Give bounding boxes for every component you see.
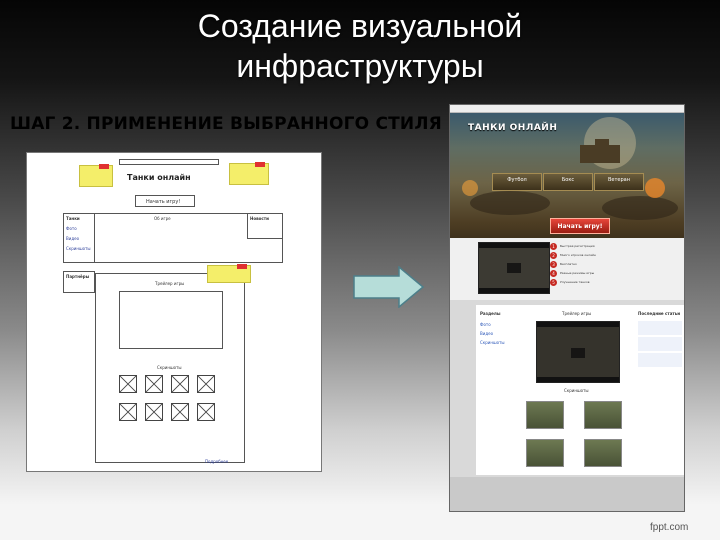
site-tab[interactable]: Ветеран: [594, 173, 644, 191]
site-tab[interactable]: Бокс: [543, 173, 593, 191]
wf-screens-title: Скриншоты: [157, 365, 182, 370]
pin-icon: [99, 164, 109, 169]
site-features-list: 1 Быстрая регистрация 2 Много игроков онла…: [550, 243, 680, 288]
screenshot-thumbnail[interactable]: [584, 439, 622, 467]
feature-item: 5 Улучшение танков: [550, 279, 680, 288]
site-video-player[interactable]: [478, 242, 550, 294]
site-news-list: [638, 321, 682, 369]
wf-partners-title: Партнёры: [66, 274, 90, 279]
news-item[interactable]: [638, 353, 682, 367]
site-left-link[interactable]: Скриншоты: [480, 340, 505, 345]
wf-footer-link: Подробнее: [205, 459, 229, 464]
site-left-link[interactable]: Видео: [480, 331, 505, 336]
sticky-note: [207, 264, 251, 283]
feature-item: 3 Бесплатно: [550, 261, 680, 270]
feature-item: 4 Разные режимы игры: [550, 270, 680, 279]
wf-left-nav-title: Танки: [66, 216, 80, 221]
wf-left-nav-item: Фото: [66, 226, 77, 231]
wf-screenshot-placeholder: [145, 375, 163, 393]
wf-screenshot-placeholder: [171, 375, 189, 393]
site-logo: ТАНКИ ОНЛАЙН: [468, 123, 558, 133]
website-screenshot: ТАНКИ ОНЛАЙН Футбол Бокс Ветеран Начать …: [449, 104, 685, 512]
wf-left-nav-item: Скриншоты: [66, 246, 91, 251]
screenshot-thumbnail[interactable]: [584, 401, 622, 429]
wf-about-title: Об игре: [154, 216, 171, 221]
pin-icon: [255, 162, 265, 167]
watermark: fppt.com: [650, 522, 689, 533]
wf-play-button-label: Начать игру!: [146, 199, 181, 205]
play-icon[interactable]: [507, 263, 521, 273]
wf-partners-block: Партнёры: [63, 271, 95, 293]
wf-screenshot-placeholder: [145, 403, 163, 421]
site-footer: [450, 477, 684, 511]
news-item[interactable]: [638, 337, 682, 351]
wf-video-player: [119, 291, 223, 349]
site-screens-title: Скриншоты: [564, 388, 589, 393]
wf-screenshot-placeholder: [197, 375, 215, 393]
wf-news-block: Новости: [247, 213, 283, 239]
site-tab[interactable]: Футбол: [492, 173, 542, 191]
browser-bar: [450, 105, 684, 113]
right-arrow-icon: [353, 265, 425, 313]
wireframe-sketch: Танки онлайн Начать игру! Об игре Танки …: [26, 152, 322, 472]
sticky-note: [79, 164, 113, 187]
site-left-link[interactable]: Фото: [480, 322, 505, 327]
site-middle-title: Трейлер игры: [562, 311, 592, 316]
wf-top-nav: [119, 159, 219, 165]
wf-play-button: Начать игру!: [135, 195, 195, 207]
step-heading: ШАГ 2. ПРИМЕНЕНИЕ ВЫБРАННОГО СТИЛЯ: [10, 114, 442, 134]
wf-logo: Танки онлайн: [127, 173, 191, 182]
site-hero: ТАНКИ ОНЛАЙН Футбол Бокс Ветеран Начать …: [450, 113, 684, 258]
site-tabs: Футбол Бокс Ветеран: [492, 173, 644, 191]
site-trailer-player[interactable]: [536, 321, 620, 383]
wf-news-title: Новости: [250, 216, 269, 221]
pin-icon: [237, 264, 247, 269]
wf-video-title: Трейлер игры: [155, 281, 185, 286]
site-left-column: Разделы Фото Видео Скриншоты: [480, 311, 505, 349]
site-left-title: Разделы: [480, 311, 501, 316]
wf-screenshot-placeholder: [119, 375, 137, 393]
play-icon[interactable]: [571, 348, 585, 358]
screenshot-thumbnail[interactable]: [526, 439, 564, 467]
feature-item: 2 Много игроков онлайн: [550, 252, 680, 261]
feature-item: 1 Быстрая регистрация: [550, 243, 680, 252]
wf-left-nav: Танки Фото Видео Скриншоты: [63, 213, 95, 263]
wf-left-nav-item: Видео: [66, 236, 80, 241]
sticky-note: [229, 162, 269, 185]
wf-screenshot-placeholder: [119, 403, 137, 421]
site-play-button[interactable]: Начать игру!: [550, 218, 610, 234]
wf-screenshot-placeholder: [197, 403, 215, 421]
slide-title: Создание визуальной инфраструктуры: [197, 8, 523, 84]
wf-screenshot-placeholder: [171, 403, 189, 421]
site-right-title: Последние статьи: [638, 311, 681, 316]
news-item[interactable]: [638, 321, 682, 335]
screenshot-thumbnail[interactable]: [526, 401, 564, 429]
